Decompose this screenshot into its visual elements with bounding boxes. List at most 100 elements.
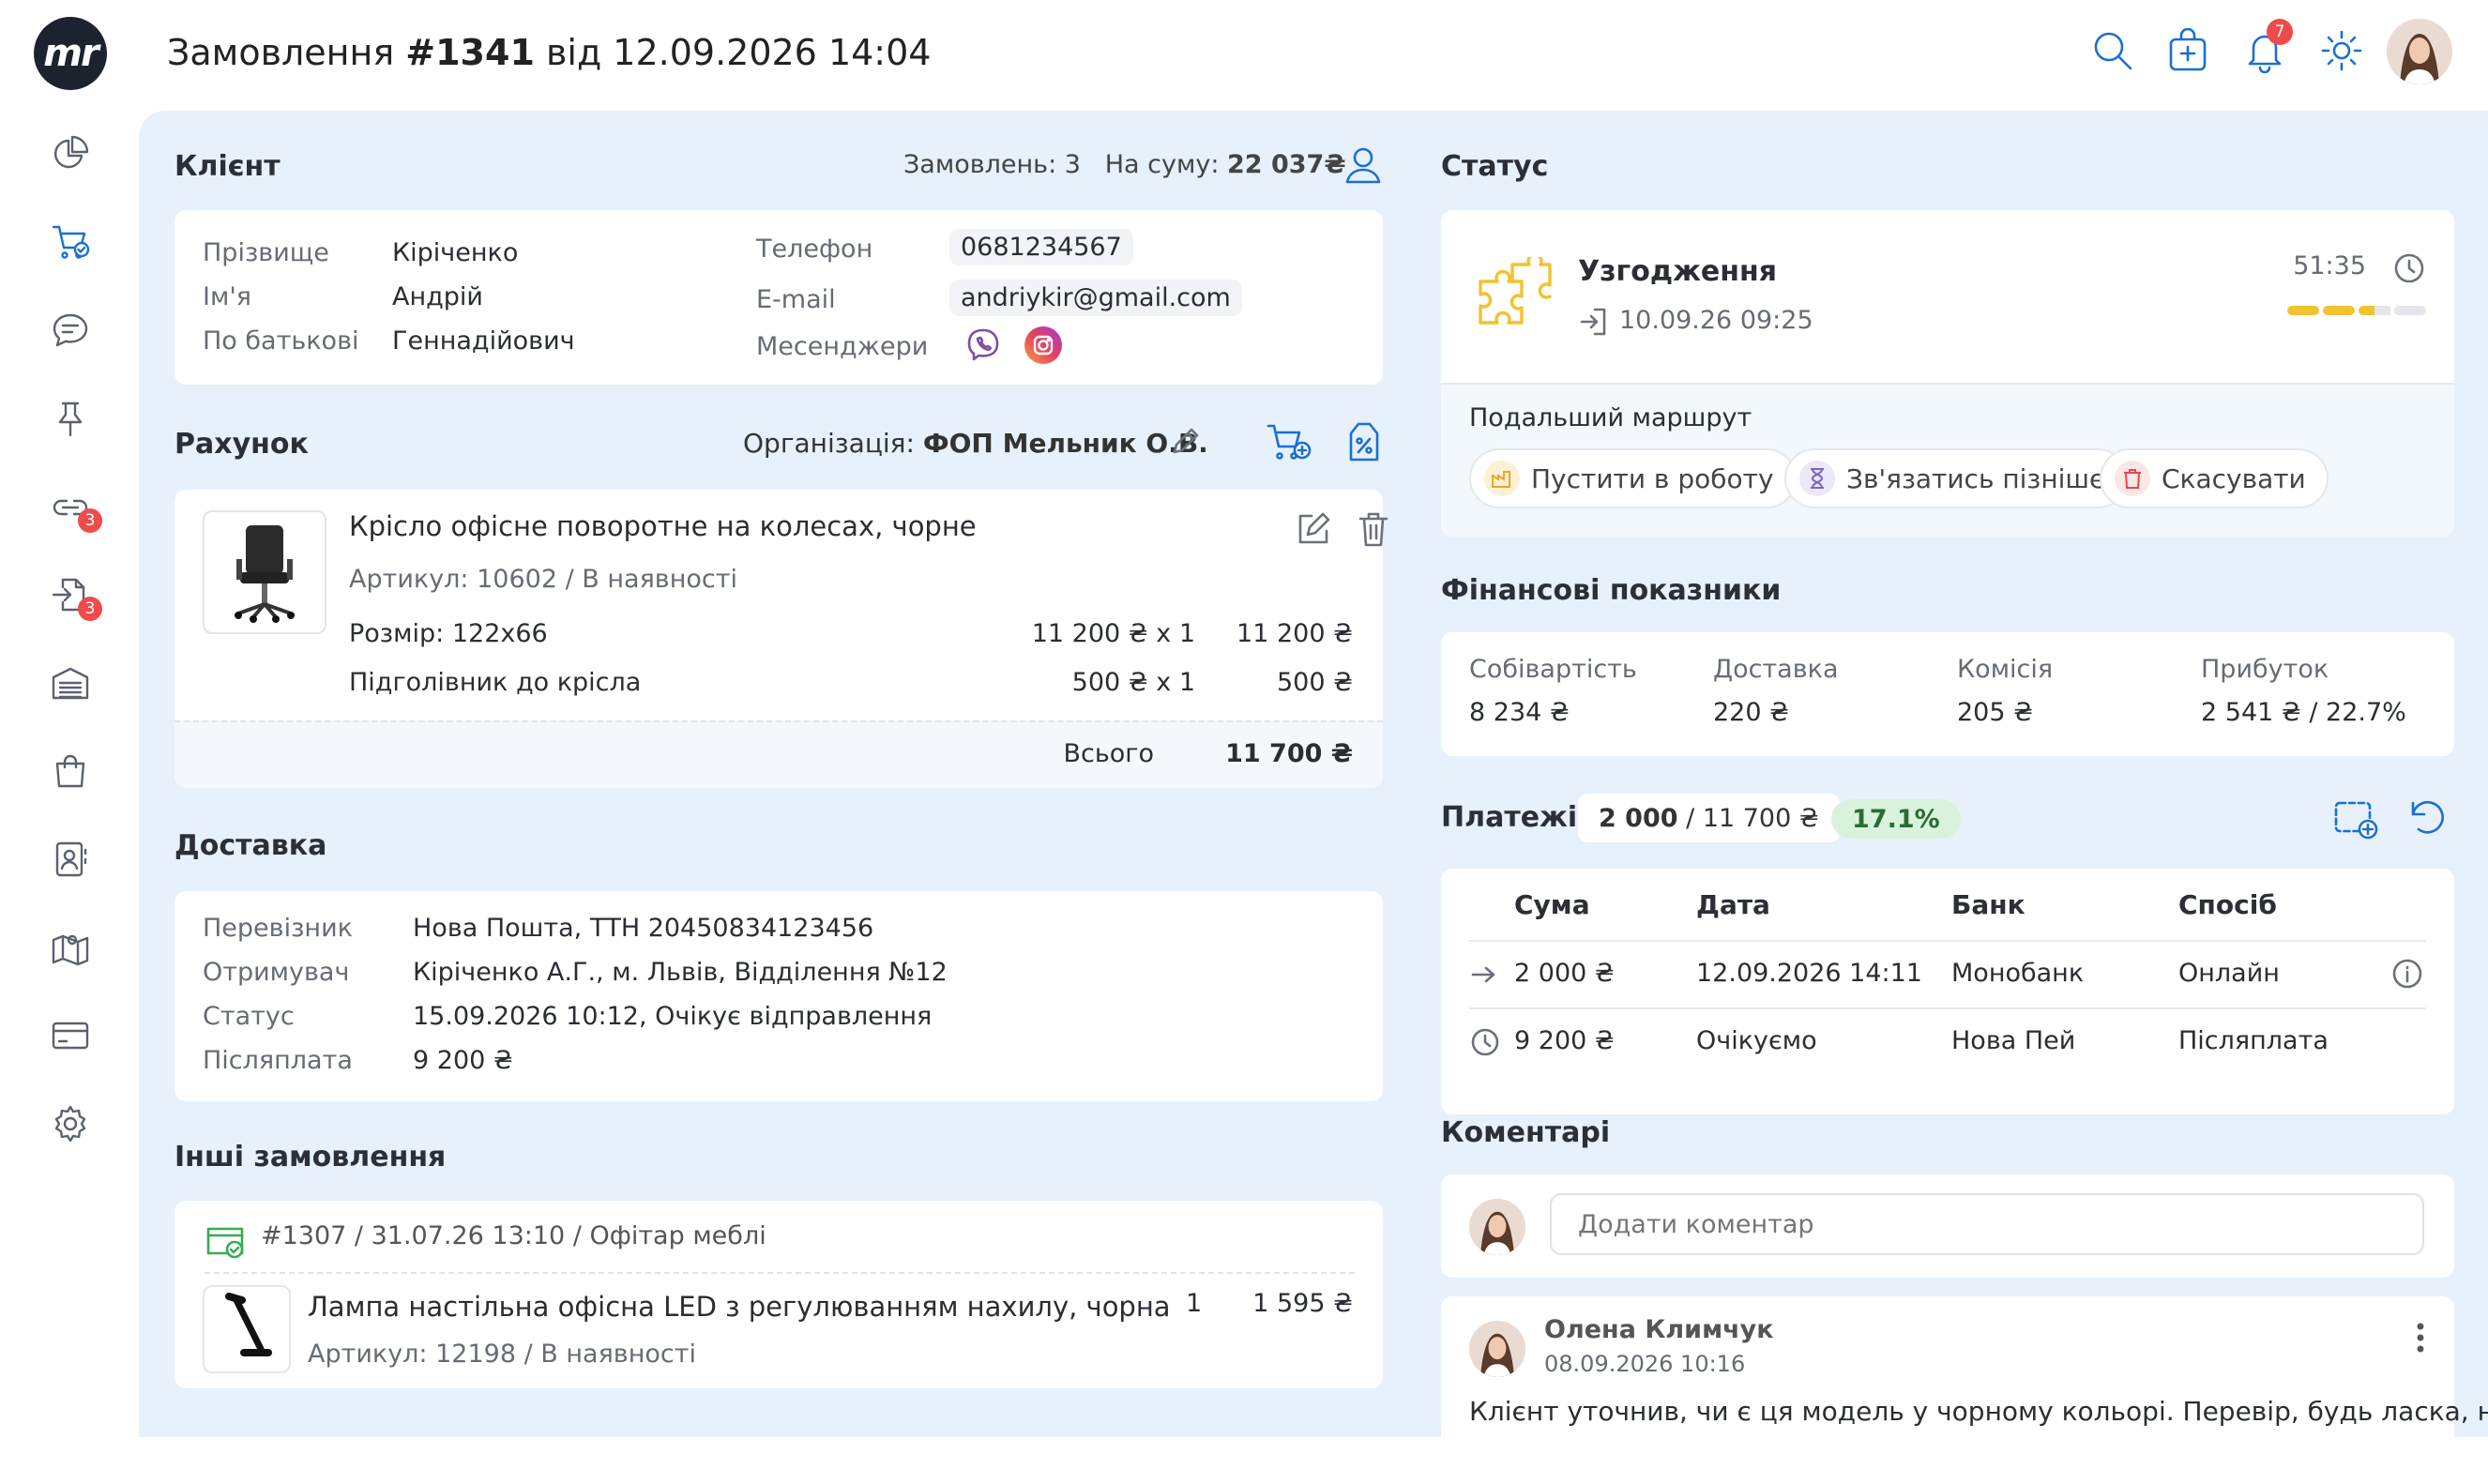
nav-orders[interactable]	[46, 218, 95, 266]
other-orders-section-title: Інші замовлення	[174, 1141, 447, 1174]
email-label: E-mail	[756, 285, 836, 314]
add-payment-button[interactable]	[2332, 797, 2379, 844]
call-later-button[interactable]: Зв'язатись пізніше	[1784, 448, 2129, 508]
search-button[interactable]	[2090, 28, 2135, 73]
more-vertical-icon	[2417, 1323, 2424, 1353]
comment-author-avatar	[1469, 1321, 1525, 1377]
user-icon	[1345, 147, 1381, 184]
status-progress	[2287, 306, 2426, 315]
cost-label: Собівартість	[1469, 655, 1637, 684]
nav-payments[interactable]	[46, 1011, 95, 1060]
route-panel: Подальший маршрут Пустити в роботу Зв'яз…	[1441, 383, 2454, 537]
client-profile-button[interactable]	[1343, 144, 1384, 189]
start-work-button[interactable]: Пустити в роботу	[1469, 448, 1797, 508]
nav-shop[interactable]	[46, 747, 95, 795]
page-title: Замовлення #1341 від 12.09.2026 14:04	[167, 32, 932, 73]
comment-item: Олена Климчук 08.09.2026 10:16 Клієнт ут…	[1441, 1296, 2488, 1484]
app-logo[interactable]: mr	[34, 17, 107, 90]
carrier-value[interactable]: Нова Пошта, ТТН 20450834123456	[413, 914, 873, 943]
comments-section-title: Коментарі	[1441, 1116, 1611, 1149]
trash-red-icon	[2115, 461, 2150, 496]
other-item-name: Лампа настільна офісна LED з регулювання…	[308, 1291, 1171, 1323]
carrier-label: Перевізник	[203, 914, 353, 943]
nav-returns[interactable]: 3	[46, 570, 102, 621]
delivery-status-value: 15.09.2026 10:12, Очікує відправлення	[413, 1002, 933, 1031]
comment-input[interactable]	[1550, 1193, 2424, 1255]
add-to-cart-button[interactable]	[1267, 422, 1313, 467]
composer-avatar	[1469, 1199, 1525, 1255]
other-order-header[interactable]: #1307 / 31.07.26 13:10 / Офітар меблі	[261, 1221, 766, 1250]
nav-settings[interactable]	[46, 1099, 95, 1148]
name-value: Андрій	[392, 282, 483, 311]
user-avatar[interactable]	[2387, 19, 2452, 84]
cod-label: Післяплата	[203, 1046, 353, 1075]
route-label: Подальший маршрут	[1469, 403, 1752, 432]
payments-percent-badge: 17.1%	[1831, 799, 1961, 839]
table-row[interactable]: 2 000 ₴ 12.09.2026 14:11 Монобанк Онлайн	[1441, 942, 2454, 1007]
phone-value[interactable]: 0681234567	[949, 229, 1133, 265]
trash-icon	[1358, 512, 1388, 547]
refund-button[interactable]	[2407, 797, 2449, 842]
payment-info-button[interactable]	[2390, 957, 2424, 994]
line-2-price: 500 ₴ x 1	[1071, 668, 1195, 697]
payments-section-title: Платежі	[1441, 801, 1578, 834]
nav-contacts[interactable]	[46, 835, 95, 884]
edit-icon	[1298, 512, 1330, 544]
info-icon	[2392, 959, 2422, 989]
client-section-title: Клієнт	[174, 150, 281, 183]
other-order-card[interactable]: #1307 / 31.07.26 13:10 / Офітар меблі Ла…	[174, 1201, 1383, 1388]
payment-sum: 2 000 ₴	[1514, 959, 1615, 988]
col-bank: Банк	[1951, 889, 2025, 920]
payment-method: Післяплата	[2178, 1026, 2329, 1055]
puzzle-icon	[1475, 252, 1554, 340]
nav-pins[interactable]	[46, 394, 95, 443]
discount-button[interactable]	[1345, 420, 1383, 467]
nav-chats[interactable]	[46, 306, 95, 355]
nav-links[interactable]: 3	[46, 482, 102, 533]
notifications-button[interactable]: 7	[2242, 19, 2293, 74]
edit-organization-button[interactable]	[1169, 424, 1203, 462]
delivery-cost-value: 220 ₴	[1713, 698, 1790, 727]
nav-map[interactable]	[46, 923, 95, 972]
map-icon	[52, 934, 89, 966]
cost-value: 8 234 ₴	[1469, 698, 1570, 727]
office-chair-image	[235, 525, 295, 623]
surname-label: Прізвище	[203, 238, 329, 267]
cancel-order-button[interactable]: Скасувати	[2100, 448, 2329, 508]
new-order-button[interactable]	[2165, 27, 2210, 73]
delete-product-button[interactable]	[1357, 510, 1390, 552]
invoice-card: Крісло офісне поворотне на колесах, чорн…	[174, 490, 1388, 788]
nav-dashboard[interactable]	[46, 129, 95, 178]
hourglass-icon	[1799, 461, 1835, 496]
surname-value: Кіріченко	[392, 238, 519, 267]
table-row[interactable]: 9 200 ₴ Очікуємо Нова Пей Післяплата	[1441, 1009, 2454, 1075]
status-card: Узгодження 10.09.26 09:25 51:35 Подальши…	[1441, 210, 2454, 537]
edit-product-button[interactable]	[1295, 510, 1332, 552]
line-1-price: 11 200 ₴ x 1	[1031, 619, 1195, 648]
arrow-right-icon	[1469, 961, 1497, 992]
pin-icon	[58, 401, 83, 437]
links-badge: 3	[78, 508, 102, 533]
nav-warehouse[interactable]	[46, 659, 95, 707]
user-avatar-image	[2387, 19, 2452, 84]
sidebar: mr 3 3	[0, 0, 139, 1437]
add-payment-icon	[2334, 801, 2378, 840]
refresh-icon	[2411, 800, 2444, 834]
chat-icon	[53, 313, 88, 347]
theme-toggle[interactable]	[2319, 28, 2364, 73]
factory-icon	[1484, 461, 1520, 496]
col-method: Спосіб	[2178, 889, 2277, 920]
recipient-label: Отримувач	[203, 958, 350, 987]
clock-pending-icon	[1469, 1026, 1501, 1062]
status-since: 10.09.26 09:25	[1619, 306, 1813, 335]
contacts-icon	[55, 841, 87, 877]
instagram-button[interactable]	[1024, 326, 1062, 364]
patronymic-label: По батькові	[203, 326, 359, 356]
comment-menu-button[interactable]	[2415, 1321, 2426, 1358]
recipient-value: Кіріченко А.Г., м. Львів, Відділення №12	[413, 958, 948, 987]
email-value[interactable]: andriykir@gmail.com	[949, 280, 1242, 316]
messengers-label: Месенджери	[756, 332, 929, 361]
line-2-name: Підголівник до крісла	[349, 668, 642, 697]
viber-button[interactable]	[964, 326, 1002, 368]
product-name[interactable]: Крісло офісне поворотне на колесах, чорн…	[349, 510, 977, 542]
